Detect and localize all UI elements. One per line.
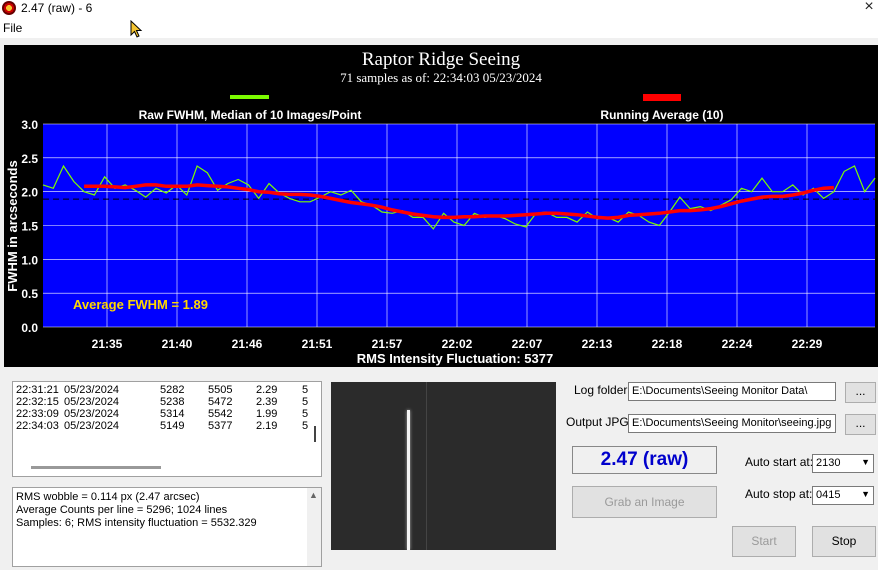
log-cell-v2: 5472 — [208, 396, 233, 408]
x-tick-label: 21:40 — [162, 337, 193, 351]
camera-artifact-line — [426, 382, 427, 550]
fwhm-readout: 2.47 (raw) — [572, 446, 717, 474]
chevron-down-icon[interactable]: ▼ — [861, 457, 870, 467]
log-cell-v2: 5377 — [208, 420, 233, 432]
log-cell-v1: 5314 — [160, 408, 185, 420]
legend-label-raw: Raw FWHM, Median of 10 Images/Point — [139, 108, 362, 122]
camera-image-preview — [331, 382, 556, 550]
log-cell-time: 22:32:15 — [16, 396, 59, 408]
x-tick-label: 22:13 — [582, 337, 613, 351]
log-cell-v3: 1.99 — [256, 408, 278, 420]
x-tick-label: 22:29 — [792, 337, 823, 351]
y-tick-label: 0.0 — [21, 321, 38, 335]
y-tick-label: 1.5 — [21, 220, 38, 234]
y-axis-label: FWHM in arcseconds — [5, 160, 20, 291]
average-fwhm-annotation: Average FWHM = 1.89 — [73, 297, 208, 312]
output-jpg-label: Output JPG — [566, 415, 629, 429]
log-cell-v3: 2.29 — [256, 384, 278, 396]
chevron-down-icon[interactable]: ▼ — [861, 489, 870, 499]
auto-stop-value: 0415 — [816, 489, 841, 501]
auto-start-label: Auto start at: — [745, 455, 814, 469]
output-jpg-browse-button[interactable]: ... — [845, 414, 876, 435]
legend-label-average: Running Average (10) — [600, 108, 723, 122]
y-tick-label: 0.5 — [21, 287, 38, 301]
log-folder-label: Log folder — [574, 383, 628, 397]
start-button[interactable]: Start — [732, 526, 796, 557]
log-folder-field[interactable]: E:\Documents\Seeing Monitor Data\ — [628, 382, 836, 401]
legend-swatch-average — [643, 94, 681, 101]
log-cell-v3: 2.39 — [256, 396, 278, 408]
title-bar: 2.47 (raw) - 6 × — [0, 0, 878, 18]
x-tick-label: 22:02 — [442, 337, 473, 351]
chart-title: Raptor Ridge Seeing — [362, 49, 521, 70]
seeing-chart-panel: Raptor Ridge Seeing 71 samples as of: 22:… — [4, 45, 878, 367]
auto-stop-select[interactable]: 0415 ▼ — [812, 486, 874, 505]
log-cell-v1: 5238 — [160, 396, 185, 408]
x-axis-label: RMS Intensity Fluctuation: 5377 — [357, 351, 553, 366]
x-tick-label: 21:35 — [92, 337, 123, 351]
y-tick-label: 1.0 — [21, 253, 38, 267]
status-line: RMS wobble = 0.114 px (2.47 arcsec) — [16, 491, 200, 503]
log-cell-date: 05/23/2024 — [64, 396, 120, 408]
auto-stop-label: Auto stop at: — [745, 487, 813, 501]
window-title: 2.47 (raw) - 6 — [21, 1, 93, 15]
log-folder-browse-button[interactable]: ... — [845, 382, 876, 403]
log-hscroll-thumb[interactable] — [31, 466, 161, 469]
y-tick-label: 2.0 — [21, 186, 38, 200]
stop-button[interactable]: Stop — [812, 526, 876, 557]
legend-swatch-raw — [230, 95, 269, 99]
log-cell-date: 05/23/2024 — [64, 384, 120, 396]
star-trail-streak — [407, 410, 410, 550]
log-cell-date: 05/23/2024 — [64, 420, 120, 432]
log-cell-time: 22:34:03 — [16, 420, 59, 432]
log-cell-time: 22:31:21 — [16, 384, 59, 396]
log-cell-v4: 5 — [302, 396, 309, 408]
app-icon — [2, 1, 16, 15]
status-line: Samples: 6; RMS intensity fluctuation = … — [16, 517, 257, 529]
log-cell-v2: 5505 — [208, 384, 233, 396]
menu-file[interactable]: File — [3, 21, 22, 35]
seeing-chart: Raptor Ridge Seeing71 samples as of: 22:… — [5, 49, 876, 366]
y-tick-label: 3.0 — [21, 118, 38, 132]
y-tick-label: 2.5 — [21, 152, 38, 166]
x-tick-label: 21:46 — [232, 337, 263, 351]
status-text-area[interactable]: RMS wobble = 0.114 px (2.47 arcsec) Aver… — [12, 487, 322, 567]
sample-log-list[interactable]: 22:31:21 05/23/2024 5282 5505 2.29 5 22:32:15 0… — [12, 381, 322, 477]
log-cell-date: 05/23/2024 — [64, 408, 120, 420]
log-scrollbar[interactable] — [314, 426, 316, 442]
chart-subtitle: 71 samples as of: 22:34:03 05/23/2024 — [340, 70, 542, 85]
x-tick-label: 21:51 — [302, 337, 333, 351]
log-cell-v4: 5 — [302, 384, 309, 396]
status-line: Average Counts per line = 5296; 1024 lin… — [16, 504, 228, 516]
x-tick-label: 21:57 — [372, 337, 403, 351]
x-tick-label: 22:18 — [652, 337, 683, 351]
auto-start-value: 2130 — [816, 457, 841, 469]
log-cell-v2: 5542 — [208, 408, 233, 420]
log-cell-time: 22:33:09 — [16, 408, 59, 420]
scroll-up-arrow-icon[interactable]: ▲ — [309, 490, 318, 500]
status-scrollbar[interactable]: ▲ — [307, 488, 321, 566]
mouse-cursor-icon — [130, 20, 143, 38]
output-jpg-field[interactable]: E:\Documents\Seeing Monitor\seeing.jpg — [628, 414, 836, 433]
x-tick-label: 22:24 — [722, 337, 753, 351]
auto-start-select[interactable]: 2130 ▼ — [812, 454, 874, 473]
close-icon[interactable]: × — [860, 0, 878, 16]
log-cell-v3: 2.19 — [256, 420, 278, 432]
log-cell-v4: 5 — [302, 408, 309, 420]
log-cell-v4: 5 — [302, 420, 309, 432]
log-cell-v1: 5149 — [160, 420, 185, 432]
log-cell-v1: 5282 — [160, 384, 185, 396]
x-tick-label: 22:07 — [512, 337, 543, 351]
grab-image-button[interactable]: Grab an Image — [572, 486, 717, 518]
